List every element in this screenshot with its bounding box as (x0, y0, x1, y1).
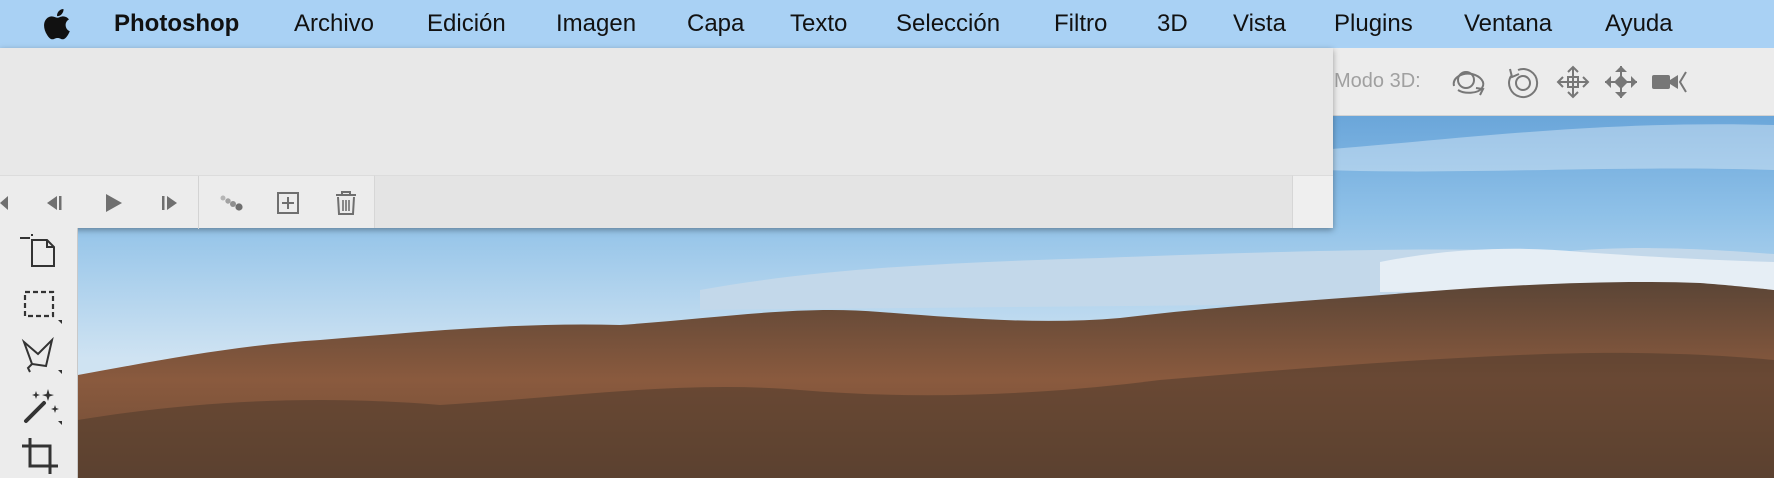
duplicate-frame-icon[interactable] (271, 186, 305, 220)
menu-filtro[interactable]: Filtro (1054, 0, 1107, 48)
crop-tool-icon[interactable] (18, 436, 62, 478)
controls-separator (198, 176, 199, 229)
menu-archivo[interactable]: Archivo (294, 0, 374, 48)
timeline-status-strip (375, 175, 1292, 228)
mode-3d-label: Modo 3D: (1334, 70, 1421, 92)
menu-vista[interactable]: Vista (1233, 0, 1286, 48)
next-frame-icon[interactable] (154, 186, 188, 220)
menu-capa[interactable]: Capa (687, 0, 744, 48)
menu-imagen[interactable]: Imagen (556, 0, 636, 48)
pan-3d-icon[interactable] (1554, 64, 1592, 100)
slide-3d-icon[interactable] (1602, 64, 1640, 100)
artboard-tool-icon[interactable] (18, 232, 62, 274)
polygonal-lasso-icon[interactable] (18, 334, 62, 376)
tools-panel (0, 228, 78, 478)
timeline-controls (0, 175, 375, 229)
magic-wand-icon[interactable] (18, 385, 62, 427)
timeline-scroll-corner[interactable] (1292, 175, 1333, 228)
menu-ventana[interactable]: Ventana (1464, 0, 1552, 48)
menu-plugins[interactable]: Plugins (1334, 0, 1413, 48)
play-icon[interactable] (96, 186, 130, 220)
scale-3d-camera-icon[interactable] (1650, 64, 1688, 100)
menu-edicion[interactable]: Edición (427, 0, 506, 48)
menu-3d[interactable]: 3D (1157, 0, 1188, 48)
go-to-first-frame-icon[interactable] (0, 186, 20, 220)
options-bar-3d: Modo 3D: (1332, 48, 1774, 116)
rectangular-marquee-icon[interactable] (18, 284, 62, 326)
timeline-panel (0, 48, 1333, 229)
menu-texto[interactable]: Texto (790, 0, 847, 48)
delete-frame-icon[interactable] (329, 186, 363, 220)
timeline-frames-area (0, 48, 1333, 175)
menu-seleccion[interactable]: Selección (896, 0, 1000, 48)
menu-ayuda[interactable]: Ayuda (1605, 0, 1673, 48)
menu-app-name[interactable]: Photoshop (114, 0, 239, 48)
previous-frame-icon[interactable] (36, 186, 70, 220)
menu-bar: Photoshop Archivo Edición Imagen Capa Te… (0, 0, 1774, 48)
apple-logo-icon[interactable] (44, 8, 72, 40)
orbit-3d-icon[interactable] (1450, 64, 1488, 100)
tween-icon[interactable] (214, 186, 248, 220)
roll-3d-icon[interactable] (1504, 64, 1542, 100)
